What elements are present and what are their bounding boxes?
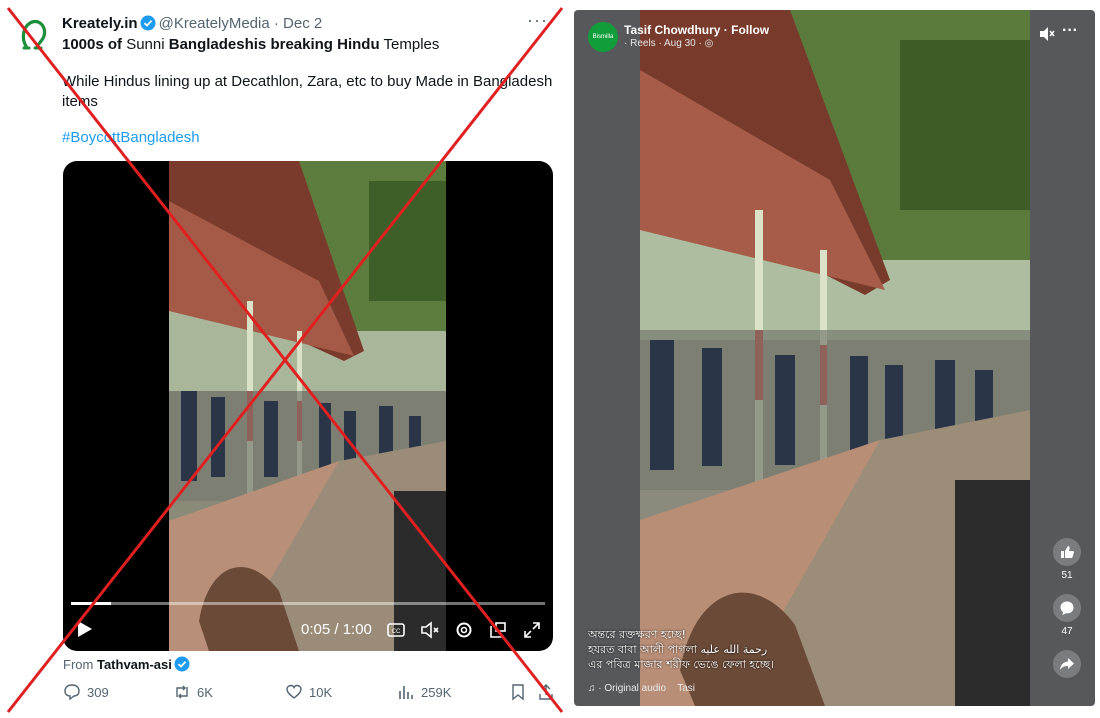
video-progress-bar[interactable] [71,602,545,605]
caption-line: এর পবিত্র মাজার শরীফ ভেঙে ফেলা হচ্ছে। [588,658,774,671]
title-part: Temples [379,36,440,53]
play-icon[interactable] [77,620,93,638]
audio-user: Tasi [677,683,696,694]
author-handle[interactable]: @KreatelyMedia [159,15,270,32]
reel-caption: অন্তরে রক্তক্ষরণ হচ্ছে! হযরত বাবা আলী পা… [588,627,848,672]
video-source: From Tathvam-asi [63,656,193,672]
caption-line: হযরত বাবা আলী পাগলা رحمة الله عليه [588,643,768,656]
post-date[interactable]: Dec 2 [283,15,322,32]
reel-comment-button[interactable]: 47 [1052,594,1082,637]
fullscreen-icon[interactable] [521,619,543,641]
video-progress-fill [71,602,112,605]
caption-line: অন্তরে রক্তক্ষরণ হচ্ছে! [588,628,686,641]
verified-badge-icon [140,15,156,31]
audio-label: · Original audio [598,683,667,694]
svg-text:CC: CC [392,629,401,635]
video-frame [169,161,446,651]
tweet-card: Kreately.in @KreatelyMedia · Dec 2 ··· 10… [0,0,566,718]
more-options-icon[interactable]: ··· [527,10,548,31]
thumbs-up-icon [1061,546,1074,558]
bookmark-icon [512,684,524,701]
reel-author-name[interactable]: Tasif Chowdhury · Follow [624,23,769,37]
screenshot-composite: Kreately.in @KreatelyMedia · Dec 2 ··· 10… [0,0,1100,718]
bookmark-button[interactable] [509,683,527,701]
reel-comment-count: 47 [1061,626,1073,637]
repost-button[interactable]: 6K [173,683,213,701]
captions-icon[interactable]: CC [385,619,407,641]
reply-count: 309 [87,684,109,700]
volume-muted-icon[interactable] [1038,26,1056,42]
facebook-reel[interactable]: Bismilla Tasif Chowdhury · Follow · Reel… [574,10,1095,706]
globe-icon: ◎ [704,38,714,49]
hashtag-link[interactable]: #BoycottBangladesh [62,129,200,146]
title-part: Bangladeshis breaking Hindu [168,36,380,53]
repost-icon [176,685,188,699]
reel-meta: · Reels · Aug 30 · ◎ [624,38,713,49]
reel-share-button[interactable] [1052,650,1082,682]
tweet-title: 1000s of Sunni Bangladeshis breaking Hin… [62,35,439,55]
views-chart-icon [399,686,413,699]
title-part: 1000s of [62,36,123,53]
audio-wave-icon: ♫ [588,683,596,694]
comment-icon [1060,601,1074,615]
separator-dot: · [273,15,279,32]
heart-icon [286,684,302,699]
reel-video-frame [640,10,1030,706]
tweet-body: While Hindus lining up at Decathlon, Zar… [62,73,553,110]
pip-icon[interactable] [487,619,509,641]
share-button[interactable] [537,683,555,701]
share-icon [539,684,553,700]
like-count: 10K [309,684,333,700]
reel-author-avatar[interactable]: Bismilla [588,22,618,52]
reel-audio[interactable]: ♫ · Original audio Tasi [588,683,695,694]
title-part: Sunni [122,36,169,53]
video-scene-image [169,161,446,651]
reel-like-count: 51 [1061,570,1073,581]
tweet-header: Kreately.in @KreatelyMedia · Dec 2 [62,14,552,34]
from-label: From [63,657,94,672]
reply-button[interactable]: 309 [63,683,109,701]
reply-icon [64,684,80,701]
source-account-link[interactable]: Tathvam-asi [97,657,172,672]
views-count: 259K [421,684,452,700]
video-timestamp: 0:05 / 1:00 [301,621,372,638]
mute-icon[interactable] [419,619,441,641]
views-button[interactable]: 259K [397,683,451,701]
reel-meta-text: · Reels · Aug 30 · [624,38,705,49]
like-button[interactable]: 10K [285,683,332,701]
share-arrow-icon [1060,658,1074,670]
reel-like-button[interactable]: 51 [1052,538,1082,581]
author-name[interactable]: Kreately.in [62,15,138,32]
kreately-avatar[interactable] [14,14,54,54]
reel-more-icon[interactable]: ··· [1062,22,1078,40]
reel-scene-image [640,10,1030,706]
kreately-logo-icon [21,19,47,50]
repost-count: 6K [197,684,213,700]
verified-badge-icon [174,656,190,672]
tweet-action-bar: 309 6K 10K 259K [63,683,563,703]
video-player[interactable]: 0:05 / 1:00 CC [63,161,553,651]
settings-icon[interactable] [453,619,475,641]
